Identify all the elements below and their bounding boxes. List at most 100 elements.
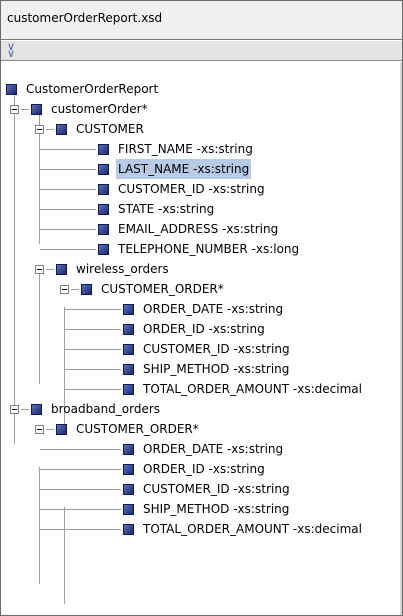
scrollbar-edge[interactable] (400, 62, 402, 615)
schema-editor-panel: customerOrderReport.xsd ∨ ∨ CustomerOrder… (0, 0, 403, 616)
tree-branch (46, 428, 54, 430)
tree-branch (21, 408, 29, 410)
tree-node[interactable]: CUSTOMER_ID -xs:string (40, 179, 267, 199)
tree-connector (39, 267, 40, 384)
node-label: CustomerOrderReport (26, 82, 159, 96)
element-icon (56, 123, 67, 135)
node-label: TOTAL_ORDER_AMOUNT -xs:decimal (143, 382, 362, 396)
element-icon (31, 403, 42, 415)
node-label-selected: LAST_NAME -xs:string (116, 159, 252, 179)
tree-node[interactable]: EMAIL_ADDRESS -xs:string (40, 219, 280, 239)
node-label: CUSTOMER (76, 122, 144, 136)
tree-branch (65, 308, 121, 310)
tree-branch (21, 108, 29, 110)
file-name: customerOrderReport.xsd (7, 11, 163, 25)
element-icon (98, 243, 109, 255)
tree-branch (40, 468, 121, 470)
tree-node[interactable]: CUSTOMER_ORDER* (35, 419, 201, 439)
node-label: CUSTOMER_ORDER* (76, 422, 199, 436)
element-icon (98, 223, 109, 235)
tree-branch (40, 488, 121, 490)
tree-branch (40, 528, 121, 530)
tree-node[interactable]: CUSTOMER_ID -xs:string (65, 339, 292, 359)
element-icon (31, 103, 42, 115)
tree-node[interactable]: SHIP_METHOD -xs:string (65, 359, 291, 379)
tree-node[interactable]: ORDER_ID -xs:string (65, 319, 267, 339)
node-label: SHIP_METHOD -xs:string (143, 502, 290, 516)
collapse-toggle-icon[interactable] (10, 404, 19, 414)
element-icon (123, 383, 134, 395)
node-label: CUSTOMER_ID -xs:string (143, 482, 290, 496)
collapse-toggle-icon[interactable] (35, 264, 44, 274)
schema-tree: CustomerOrderReport customerOrder* CUSTO… (1, 62, 402, 615)
element-icon (98, 203, 109, 215)
node-label: broadband_orders (51, 402, 161, 416)
tree-node[interactable]: ORDER_DATE -xs:string (65, 299, 285, 319)
tree-node[interactable]: SHIP_METHOD -xs:string (40, 499, 291, 519)
node-label: EMAIL_ADDRESS -xs:string (118, 222, 279, 236)
tree-node-root[interactable]: CustomerOrderReport (6, 79, 160, 99)
tree-node[interactable]: broadband_orders (10, 399, 162, 419)
node-label: ORDER_DATE -xs:string (143, 442, 284, 456)
element-icon (98, 163, 109, 175)
node-label: customerOrder* (51, 102, 148, 116)
element-icon (6, 83, 17, 95)
tree-connector (14, 87, 15, 444)
tree-node[interactable]: STATE -xs:string (40, 199, 216, 219)
tree-node[interactable]: LAST_NAME -xs:string (40, 159, 252, 179)
node-label: TELEPHONE_NUMBER -xs:long (118, 242, 300, 256)
collapse-toggle-icon[interactable] (10, 104, 19, 114)
tree-branch (65, 348, 121, 350)
element-icon (123, 343, 134, 355)
element-icon (123, 523, 134, 535)
tree-branch (40, 188, 96, 190)
node-label: ORDER_DATE -xs:string (143, 302, 284, 316)
file-tab-title[interactable]: customerOrderReport.xsd (1, 1, 402, 40)
node-label: STATE -xs:string (118, 202, 215, 216)
tree-node[interactable]: TOTAL_ORDER_AMOUNT -xs:decimal (40, 519, 364, 539)
tree-branch (40, 208, 96, 210)
tree-node[interactable]: TELEPHONE_NUMBER -xs:long (40, 239, 301, 259)
node-label: SHIP_METHOD -xs:string (143, 362, 290, 376)
tree-node[interactable]: CUSTOMER (35, 119, 146, 139)
tree-branch (40, 508, 121, 510)
element-icon (123, 303, 134, 315)
element-icon (123, 503, 134, 515)
collapse-toggle-icon[interactable] (60, 284, 69, 294)
node-label: FIRST_NAME -xs:string (118, 142, 253, 156)
tree-node[interactable]: ORDER_DATE -xs:string (40, 439, 285, 459)
node-label: TOTAL_ORDER_AMOUNT -xs:decimal (143, 522, 362, 536)
node-label: ORDER_ID -xs:string (143, 462, 265, 476)
tree-node[interactable]: TOTAL_ORDER_AMOUNT -xs:decimal (65, 379, 364, 399)
tree-node[interactable]: CUSTOMER_ID -xs:string (40, 479, 292, 499)
tree-branch (40, 168, 96, 170)
tree-node[interactable]: CUSTOMER_ORDER* (60, 279, 226, 299)
tree-node[interactable]: customerOrder* (10, 99, 150, 119)
element-icon (98, 143, 109, 155)
tree-branch (40, 448, 121, 450)
element-icon (123, 363, 134, 375)
collapse-toggle-icon[interactable] (35, 424, 44, 434)
tree-node[interactable]: wireless_orders (35, 259, 171, 279)
tree-branch (40, 248, 96, 250)
tree-branch (40, 228, 96, 230)
element-icon (123, 323, 134, 335)
tree-node[interactable]: FIRST_NAME -xs:string (40, 139, 255, 159)
element-icon (123, 443, 134, 455)
double-chevron-down-icon[interactable]: ∨ ∨ (5, 41, 17, 59)
element-icon (123, 463, 134, 475)
node-label: ORDER_ID -xs:string (143, 322, 265, 336)
tree-branch (46, 268, 54, 270)
node-label: CUSTOMER_ID -xs:string (143, 342, 290, 356)
toolbar: ∨ ∨ (1, 41, 402, 61)
tree-branch (46, 128, 54, 130)
tree-branch (65, 368, 121, 370)
node-label: CUSTOMER_ID -xs:string (118, 182, 265, 196)
element-icon (123, 483, 134, 495)
element-icon (56, 263, 67, 275)
collapse-toggle-icon[interactable] (35, 124, 44, 134)
tree-branch (71, 288, 79, 290)
tree-branch (65, 388, 121, 390)
tree-branch (65, 328, 121, 330)
tree-node[interactable]: ORDER_ID -xs:string (40, 459, 267, 479)
